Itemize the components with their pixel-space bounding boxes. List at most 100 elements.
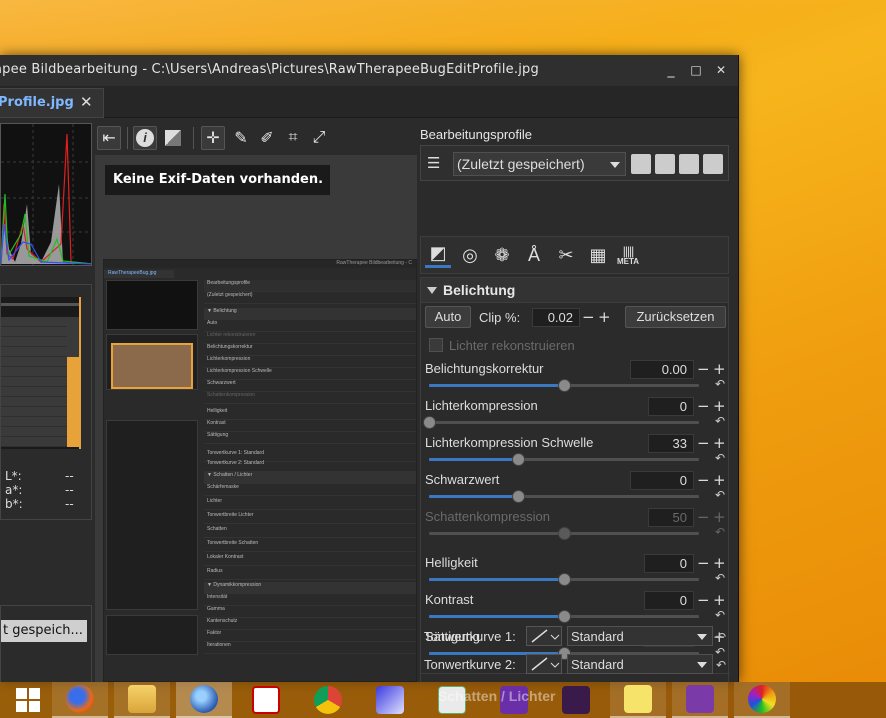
slider-minus-button[interactable]: − (697, 436, 710, 451)
exposure-tab-icon[interactable]: ◩ (425, 242, 451, 268)
slider-value-input[interactable]: 0 (644, 554, 694, 573)
slider-value-input[interactable]: 33 (648, 434, 694, 453)
slider-minus-button[interactable]: − (697, 593, 710, 608)
slider-plus-button[interactable]: + (713, 473, 726, 488)
open-profile-icon[interactable] (631, 154, 651, 174)
curve-1-type-button[interactable] (526, 626, 562, 646)
thunderbird-icon[interactable] (176, 682, 232, 718)
minimize-button[interactable]: _ (661, 61, 681, 79)
slider-plus-button[interactable]: + (713, 436, 726, 451)
info-icon[interactable]: i (133, 126, 157, 150)
slider-thumb[interactable] (558, 527, 571, 540)
copy-profile-icon[interactable] (679, 154, 699, 174)
file-explorer-icon[interactable] (114, 682, 170, 718)
clip-input[interactable]: 0.02 (532, 308, 580, 327)
slider-thumb[interactable] (558, 379, 571, 392)
slider-reset-icon[interactable]: ↶ (715, 526, 727, 538)
curve-1-dropdown[interactable]: Standard (567, 626, 713, 646)
media-app-icon[interactable] (548, 682, 604, 718)
close-tab-icon[interactable]: ✕ (80, 93, 93, 111)
network-tool-icon[interactable] (362, 682, 418, 718)
clip-minus[interactable]: − (582, 310, 595, 325)
crosshair-icon[interactable]: ✛ (201, 126, 225, 150)
slider-minus-button[interactable]: − (697, 362, 710, 377)
curve-2-dropdown[interactable]: Standard (567, 654, 713, 674)
slider-plus-button[interactable]: + (713, 593, 726, 608)
straighten-icon[interactable]: ⤢ (307, 126, 331, 150)
slider-thumb[interactable] (558, 610, 571, 623)
slider-thumb[interactable] (512, 453, 526, 466)
slider-reset-icon[interactable]: ↶ (715, 489, 727, 501)
maximize-button[interactable]: □ (686, 61, 706, 79)
close-button[interactable]: ✕ (711, 61, 731, 79)
slider-plus-button[interactable]: + (713, 556, 726, 571)
raw-tab-icon[interactable]: ▦ (585, 242, 611, 268)
tone-curve-2-label: Tonwertkurve 2: (424, 657, 516, 672)
paste-profile-icon[interactable] (703, 154, 723, 174)
slider-reset-icon[interactable]: ↶ (715, 609, 727, 621)
slider-plus-button[interactable]: + (713, 362, 726, 377)
title-bar[interactable]: apee Bildbearbeitung - C:\Users\Andreas\… (0, 55, 738, 86)
slider-track[interactable] (429, 573, 699, 586)
curve-1-reset-icon[interactable]: ↶ (716, 631, 728, 643)
slider-minus-button[interactable]: − (697, 473, 710, 488)
color-tab-icon[interactable]: ❁ (489, 242, 515, 268)
firefox-icon[interactable] (52, 682, 108, 718)
adobe-cs-eagle-icon[interactable] (238, 682, 294, 718)
slider-minus-button[interactable]: − (697, 399, 710, 414)
slider-thumb[interactable] (512, 490, 526, 503)
advanced-tab-icon[interactable]: Å (521, 242, 547, 268)
slider-label: Schattenkompression (425, 509, 551, 524)
slider-minus-button[interactable]: − (697, 556, 710, 571)
highlight-reconstruct-checkbox[interactable] (429, 338, 443, 352)
slider-plus-button[interactable]: + (713, 399, 726, 414)
exposure-section-header[interactable]: Belichtung (420, 277, 729, 303)
mathcad-icon[interactable] (672, 682, 728, 718)
detail-tab-icon[interactable]: ◎ (457, 242, 483, 268)
slider-plus-button[interactable]: + (713, 510, 726, 525)
profile-list-icon[interactable]: ☰ (427, 154, 447, 174)
save-profile-icon[interactable] (655, 154, 675, 174)
curve-2-type-button[interactable] (526, 654, 562, 674)
editor-tab[interactable]: Profile.jpg ✕ (0, 88, 104, 118)
transform-tab-icon[interactable]: ✂ (553, 242, 579, 268)
slider-value-input[interactable]: 0.00 (630, 360, 694, 379)
reset-button[interactable]: Zurücksetzen (625, 306, 726, 328)
slider-value-input[interactable]: 0 (644, 591, 694, 610)
sticky-notes-icon[interactable] (610, 682, 666, 718)
slider-reset-icon[interactable]: ↶ (715, 452, 727, 464)
slider-track[interactable] (423, 416, 699, 429)
crop-icon[interactable]: ⌗ (281, 126, 305, 150)
slider-track[interactable] (429, 453, 699, 466)
slider-reset-icon[interactable]: ↶ (715, 378, 727, 390)
slider-thumb[interactable] (558, 573, 571, 586)
white-balance-picker-icon[interactable]: ✐ (255, 126, 279, 150)
slider-thumb[interactable] (423, 416, 436, 429)
slider-reset-icon[interactable]: ↶ (715, 646, 727, 658)
curve-2-reset-icon[interactable]: ↶ (716, 659, 728, 671)
collapse-left-icon[interactable]: ⇤ (97, 126, 121, 150)
slider-reset-icon[interactable]: ↶ (715, 572, 727, 584)
editor-tab-strip: Profile.jpg ✕ (0, 86, 738, 118)
slider-track[interactable] (429, 379, 699, 392)
slider-value-input[interactable]: 0 (648, 397, 694, 416)
rawtherapee-icon[interactable] (734, 682, 790, 718)
slider-reset-icon[interactable]: ↶ (715, 415, 727, 427)
slider-value-input[interactable]: 0 (630, 471, 694, 490)
slider-track[interactable] (429, 490, 699, 503)
profile-dropdown[interactable]: (Zuletzt gespeichert) (453, 152, 626, 176)
navigator-thumbnail[interactable] (1, 297, 81, 449)
slider-track[interactable] (429, 610, 699, 623)
before-after-icon[interactable] (161, 126, 185, 150)
slider-value-input[interactable]: 50 (648, 508, 694, 527)
preview-area[interactable]: Keine Exif-Daten vorhanden. RawTherapee … (95, 155, 417, 682)
slider-minus-button[interactable]: − (697, 510, 710, 525)
metadata-tab-icon[interactable]: ||||| META (615, 242, 641, 268)
color-picker-icon[interactable]: ✎ (229, 126, 253, 150)
auto-button[interactable]: Auto (425, 306, 471, 328)
chrome-icon[interactable] (300, 682, 356, 718)
windows-start-icon[interactable] (0, 682, 56, 718)
clip-plus[interactable]: + (598, 310, 611, 325)
slider-track[interactable] (429, 527, 699, 540)
history-item[interactable]: t gespeich... (1, 620, 87, 642)
